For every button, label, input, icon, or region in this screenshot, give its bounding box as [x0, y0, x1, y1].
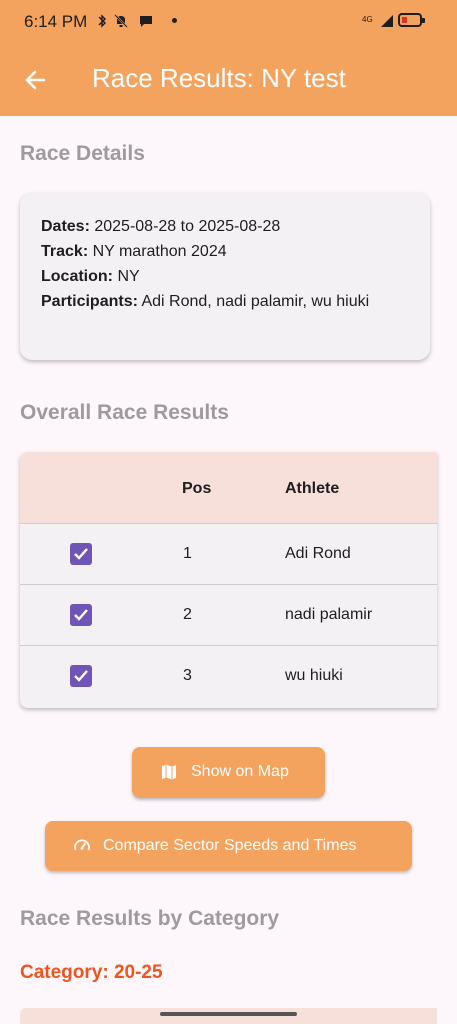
row-checkbox[interactable]	[70, 665, 92, 687]
location-value: NY	[117, 268, 140, 285]
row-pos: 2	[183, 606, 192, 623]
category-results-heading: Race Results by Category	[20, 907, 280, 930]
row-pos: 3	[183, 667, 192, 684]
track-label: Track:	[41, 243, 89, 260]
bluetooth-icon	[96, 14, 108, 31]
checkmark-icon	[74, 670, 88, 682]
battery-icon	[398, 13, 425, 27]
row-athlete: nadi palamir	[285, 606, 373, 623]
page-title: Race Results: NY test	[92, 63, 346, 93]
category-table-header	[20, 1008, 437, 1024]
back-arrow-icon[interactable]	[22, 66, 50, 94]
table-row[interactable]: 2 nadi palamir	[20, 584, 437, 646]
table-row[interactable]: 1 Adi Rond	[20, 523, 437, 585]
participants-line: Participants: Adi Rond, nadi palamir, wu…	[41, 293, 369, 311]
row-athlete: Adi Rond	[285, 545, 351, 562]
participants-label: Participants:	[41, 293, 138, 310]
participants-value: Adi Rond, nadi palamir, wu hiuki	[141, 293, 370, 310]
row-checkbox[interactable]	[70, 543, 92, 565]
location-label: Location:	[41, 268, 113, 285]
row-pos: 1	[183, 545, 192, 562]
show-on-map-label: Show on Map	[191, 763, 289, 780]
overall-results-table: Pos Athlete 1 Adi Rond 2 nadi palamir 3 …	[20, 452, 437, 708]
category-label: Category: 20-25	[20, 962, 163, 983]
network-type: 4G	[362, 15, 373, 24]
dates-line: Dates: 2025-08-28 to 2025-08-28	[41, 218, 280, 236]
speedometer-icon	[73, 837, 91, 860]
track-value: NY marathon 2024	[92, 243, 227, 260]
row-athlete: wu hiuki	[285, 667, 343, 684]
checkmark-icon	[74, 548, 88, 560]
map-icon	[160, 763, 178, 786]
signal-icon	[380, 14, 394, 28]
table-header: Pos Athlete	[20, 452, 437, 524]
table-row[interactable]: 3 wu hiuki	[20, 645, 437, 707]
dates-value: 2025-08-28 to 2025-08-28	[94, 218, 281, 235]
chat-bubble-icon	[138, 14, 154, 31]
column-header-pos[interactable]: Pos	[182, 480, 211, 498]
compare-sector-label: Compare Sector Speeds and Times	[103, 837, 357, 854]
show-on-map-button[interactable]: Show on Map	[132, 747, 325, 798]
column-header-athlete[interactable]: Athlete	[285, 480, 339, 498]
notifications-off-icon	[114, 14, 128, 31]
row-checkbox[interactable]	[70, 604, 92, 626]
track-line: Track: NY marathon 2024	[41, 243, 227, 261]
dates-label: Dates:	[41, 218, 90, 235]
location-line: Location: NY	[41, 268, 140, 286]
status-bar: 6:14 PM 4G	[0, 0, 457, 44]
app-bar: 6:14 PM 4G Race Results: NY test	[0, 0, 457, 116]
compare-sector-button[interactable]: Compare Sector Speeds and Times	[45, 821, 412, 871]
race-details-heading: Race Details	[20, 142, 145, 165]
home-indicator[interactable]	[160, 1012, 297, 1016]
checkmark-icon	[74, 609, 88, 621]
overall-results-heading: Overall Race Results	[20, 401, 229, 424]
status-time: 6:14 PM	[24, 12, 88, 31]
race-details-card: Dates: 2025-08-28 to 2025-08-28 Track: N…	[20, 193, 430, 360]
notification-dot-icon	[172, 18, 177, 23]
